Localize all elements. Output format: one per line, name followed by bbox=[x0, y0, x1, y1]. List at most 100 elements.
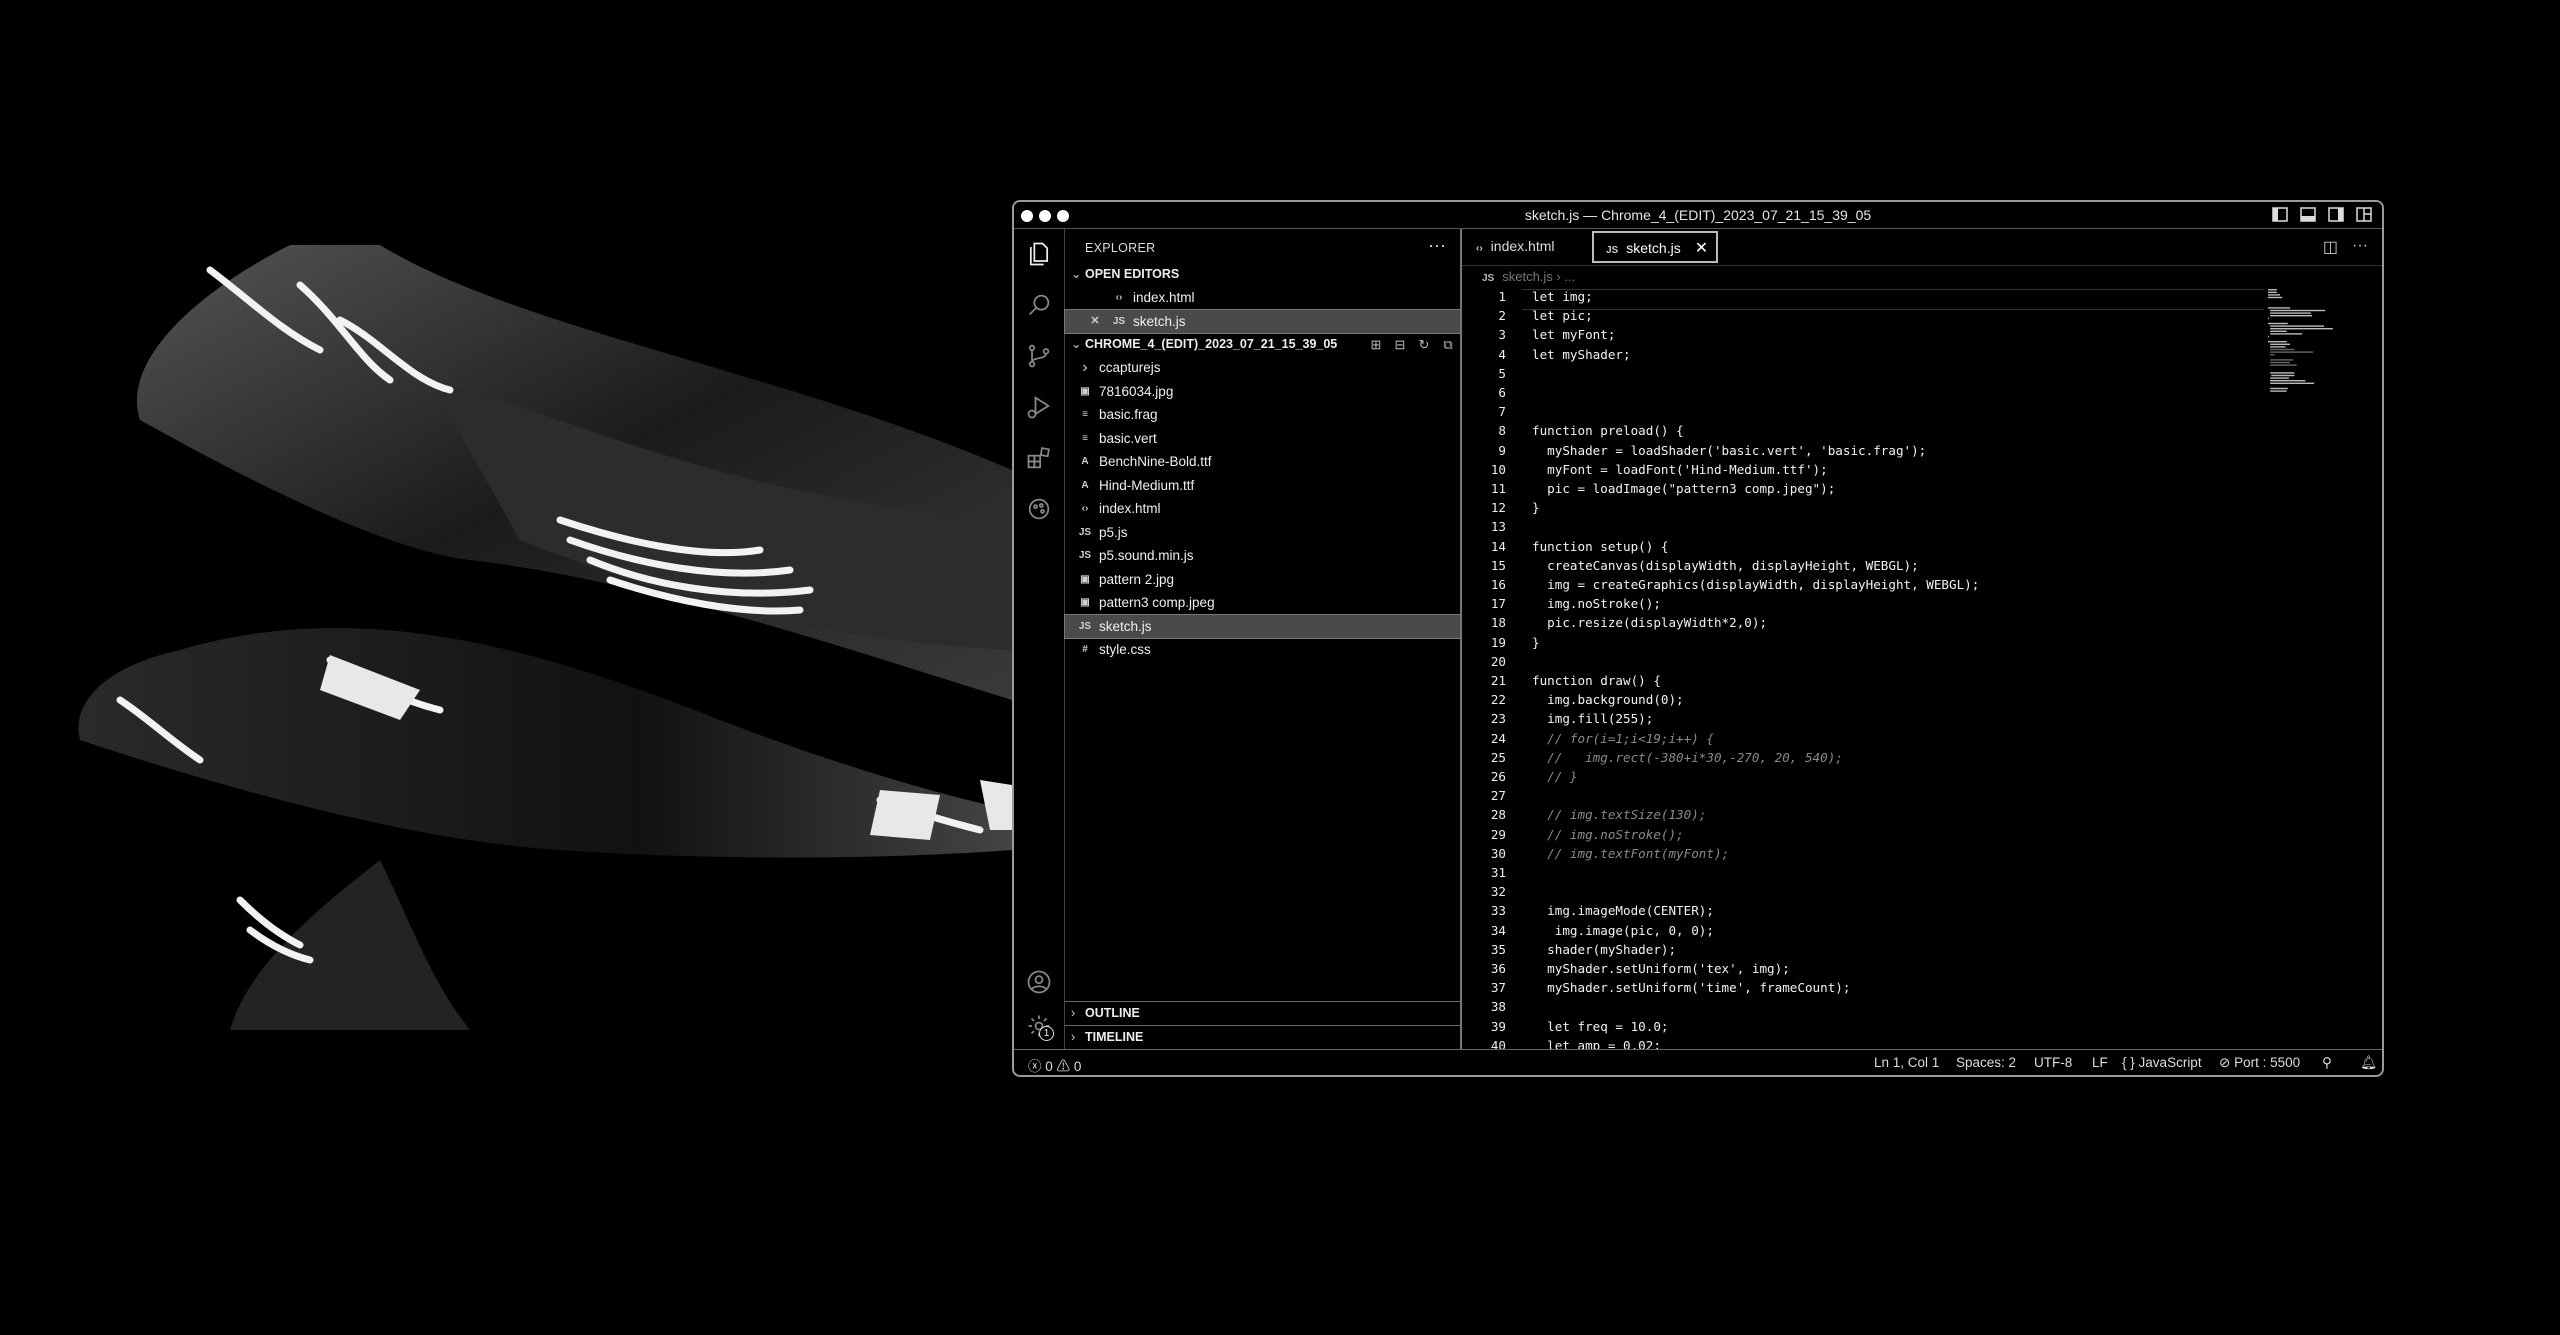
file-name: pattern 2.jpg bbox=[1099, 571, 1175, 587]
file-tree-item[interactable]: ▣ 7816034.jpg bbox=[1065, 380, 1460, 404]
code-line: let img; bbox=[1532, 289, 1593, 304]
line-number: 18 bbox=[1490, 615, 1506, 631]
code-line: // img.textFont(myFont); bbox=[1532, 845, 1730, 861]
file-type-icon: A bbox=[1081, 479, 1089, 491]
line-number: 23 bbox=[1490, 711, 1506, 727]
file-tree-item[interactable]: A Hind-Medium.ttf bbox=[1065, 474, 1460, 498]
breadcrumb[interactable]: JS sketch.js › ... bbox=[1482, 269, 1575, 284]
collapse-all-icon[interactable]: ⧉ bbox=[1440, 333, 1456, 356]
file-tree-item[interactable]: ▣ pattern3 comp.jpeg bbox=[1065, 591, 1460, 615]
js-file-icon: JS bbox=[1482, 273, 1495, 284]
customize-layout-icon[interactable] bbox=[2356, 207, 2372, 222]
activity-bar: 1 bbox=[1014, 229, 1065, 1049]
minimap-line bbox=[2268, 322, 2288, 325]
minimap-line bbox=[2270, 309, 2326, 312]
file-tree-item[interactable]: ≡ basic.vert bbox=[1065, 427, 1460, 451]
code-editor[interactable]: 1 let img; 2 let pic; 3 let myFont; 4 let mySha… bbox=[1462, 289, 2264, 1049]
live-server-port[interactable]: ⊘ Port : 5500 bbox=[2219, 1055, 2300, 1071]
file-type-icon: ≡ bbox=[1082, 432, 1088, 444]
explorer-header: EXPLORER ··· bbox=[1065, 229, 1460, 263]
file-tree-item[interactable]: ‹› index.html bbox=[1065, 497, 1460, 521]
run-debug-icon[interactable] bbox=[1024, 392, 1054, 422]
open-editor-index-html[interactable]: ‹› index.html bbox=[1065, 286, 1460, 310]
file-tree-item[interactable]: ▣ pattern 2.jpg bbox=[1065, 568, 1460, 592]
line-number: 27 bbox=[1490, 788, 1506, 804]
chevron-down-icon: ⌄ bbox=[1071, 337, 1082, 351]
file-type-icon: ▣ bbox=[1080, 573, 1090, 585]
minimap-line bbox=[2270, 325, 2325, 327]
line-number: 29 bbox=[1490, 826, 1506, 842]
tab-label: index.html bbox=[1490, 238, 1555, 254]
open-editors-section[interactable]: ⌄ OPEN EDITORS bbox=[1065, 263, 1460, 286]
line-number: 9 bbox=[1498, 442, 1506, 458]
file-tree-item[interactable]: ≡ basic.frag bbox=[1065, 403, 1460, 427]
split-editor-icon[interactable]: ◫ bbox=[2323, 237, 2338, 257]
file-tree-item[interactable]: › ccapturejs bbox=[1065, 356, 1460, 380]
file-tree-item[interactable]: JS p5.js bbox=[1065, 521, 1460, 545]
extensions-icon[interactable] bbox=[1024, 443, 1054, 473]
minimap-line bbox=[2271, 374, 2295, 377]
file-name: style.css bbox=[1099, 642, 1151, 657]
line-number: 5 bbox=[1498, 365, 1506, 381]
folder-section[interactable]: ⌄ CHROME_4_(EDIT)_2023_07_21_15_39_05 ⊞ … bbox=[1065, 333, 1460, 356]
line-number: 7 bbox=[1498, 404, 1506, 420]
file-name: p5.js bbox=[1099, 524, 1128, 540]
toggle-panel-icon[interactable] bbox=[2300, 207, 2316, 222]
minimap[interactable] bbox=[2268, 289, 2368, 399]
line-number: 19 bbox=[1490, 634, 1506, 650]
refresh-icon[interactable]: ↻ bbox=[1416, 333, 1432, 356]
code-line: } bbox=[1532, 500, 1540, 516]
code-line: let freq = 10.0; bbox=[1532, 1018, 1669, 1034]
more-actions-icon[interactable]: ··· bbox=[2352, 237, 2368, 257]
end-of-line[interactable]: LF bbox=[2092, 1055, 2108, 1070]
files-icon[interactable] bbox=[1024, 239, 1054, 269]
status-bar: ⓧ 0 ⚠ 0 Ln 1, Col 1 Spaces: 2 UTF-8 LF {… bbox=[1014, 1049, 2382, 1075]
tab-index-html[interactable]: ‹› index.html bbox=[1476, 229, 1554, 264]
close-tab-icon[interactable]: ✕ bbox=[1695, 240, 1708, 257]
minimap-line bbox=[2270, 330, 2287, 332]
file-name: ccapturejs bbox=[1099, 360, 1161, 375]
manage-badge: 1 bbox=[1039, 1026, 1054, 1041]
minimap-line bbox=[2270, 387, 2288, 390]
more-actions-icon[interactable]: ··· bbox=[1428, 235, 1446, 256]
source-control-icon[interactable] bbox=[1024, 341, 1054, 371]
line-number: 4 bbox=[1498, 346, 1506, 362]
toggle-secondary-sidebar-icon[interactable] bbox=[2328, 207, 2344, 222]
code-line: // img.noStroke(); bbox=[1532, 826, 1684, 842]
encoding[interactable]: UTF-8 bbox=[2034, 1055, 2072, 1070]
file-tree-item[interactable]: A BenchNine-Bold.ttf bbox=[1065, 450, 1460, 474]
file-name: pattern3 comp.jpeg bbox=[1099, 595, 1215, 610]
minimap-line bbox=[2270, 382, 2315, 384]
timeline-section[interactable]: › TIMELINE bbox=[1065, 1025, 1460, 1049]
cursor-position[interactable]: Ln 1, Col 1 bbox=[1874, 1055, 1939, 1070]
problems-indicator[interactable]: ⓧ 0 ⚠ 0 bbox=[1028, 1055, 1081, 1075]
new-folder-icon[interactable]: ⊟ bbox=[1392, 333, 1408, 356]
html-file-icon: ‹› bbox=[1115, 292, 1123, 303]
minimap-line bbox=[2268, 307, 2290, 309]
account-icon[interactable] bbox=[1024, 967, 1054, 997]
title-bar: sketch.js — Chrome_4_(EDIT)_2023_07_21_1… bbox=[1014, 202, 2382, 229]
language-mode[interactable]: { } JavaScript bbox=[2122, 1055, 2202, 1070]
minimap-line bbox=[2270, 315, 2312, 317]
close-icon[interactable]: ✕ bbox=[1087, 310, 1103, 334]
feedback-icon[interactable]: ⚲ bbox=[2322, 1055, 2332, 1071]
open-editor-sketch-js[interactable]: ✕ JS sketch.js bbox=[1064, 308, 1461, 334]
file-tree-item[interactable]: JS sketch.js bbox=[1064, 613, 1461, 639]
new-file-icon[interactable]: ⊞ bbox=[1368, 333, 1384, 356]
code-line: let amp = 0.02; bbox=[1532, 1037, 1661, 1049]
file-tree-item[interactable]: # style.css bbox=[1065, 638, 1460, 662]
file-tree-item[interactable]: JS p5.sound.min.js bbox=[1065, 544, 1460, 568]
live-share-icon[interactable] bbox=[1024, 494, 1054, 524]
minimap-line bbox=[2270, 361, 2290, 364]
manage-gear-icon[interactable]: 1 bbox=[1024, 1011, 1054, 1041]
search-icon[interactable] bbox=[1024, 290, 1054, 320]
indentation[interactable]: Spaces: 2 bbox=[1956, 1055, 2016, 1070]
code-line: // } bbox=[1532, 769, 1578, 784]
code-line: let myShader; bbox=[1532, 346, 1631, 362]
toggle-primary-sidebar-icon[interactable] bbox=[2272, 207, 2288, 222]
line-number: 1 bbox=[1498, 289, 1506, 304]
minimap-line bbox=[2270, 377, 2289, 379]
notifications-icon[interactable]: 🔔︎ bbox=[2360, 1055, 2377, 1071]
tab-sketch-js[interactable]: JS sketch.js ✕ bbox=[1592, 231, 1719, 263]
outline-section[interactable]: › OUTLINE bbox=[1065, 1001, 1460, 1025]
